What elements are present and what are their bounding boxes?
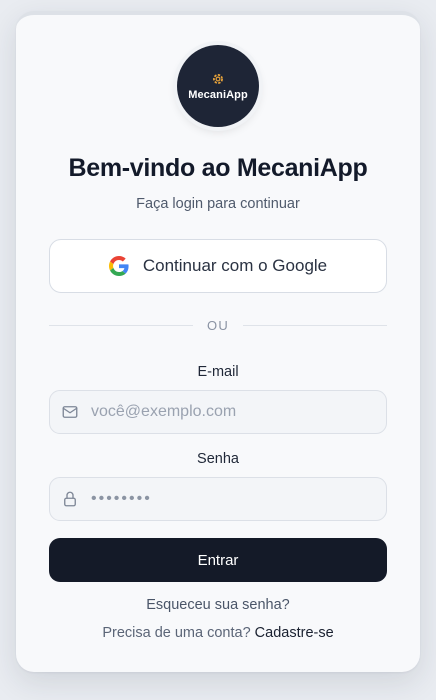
- email-field-wrapper[interactable]: [49, 390, 387, 434]
- signup-row: Precisa de uma conta? Cadastre-se: [16, 625, 420, 641]
- divider-text: OU: [207, 317, 229, 333]
- signup-prompt: Precisa de uma conta?: [102, 625, 251, 641]
- or-divider: OU: [49, 316, 387, 334]
- login-button[interactable]: Entrar: [49, 538, 387, 582]
- divider-line-left: [49, 324, 194, 326]
- gear-icon: [213, 73, 223, 84]
- google-icon: [108, 256, 129, 276]
- login-card: MecaniApp Bem-vindo ao MecaniApp Faça lo…: [16, 11, 420, 672]
- google-button-label: Continuar com o Google: [142, 256, 328, 275]
- email-field[interactable]: [91, 403, 371, 421]
- signup-link[interactable]: Cadastre-se: [255, 625, 334, 641]
- password-field-wrapper[interactable]: [49, 477, 387, 521]
- divider-line-right: [242, 324, 387, 326]
- logo-text: MecaniApp: [188, 88, 248, 101]
- google-login-button[interactable]: Continuar com o Google: [49, 239, 387, 293]
- password-label: Senha: [197, 451, 239, 467]
- forgot-password-link[interactable]: Esqueceu sua senha?: [16, 597, 420, 613]
- app-logo: MecaniApp: [177, 45, 259, 127]
- page-title: Bem-vindo ao MecaniApp: [68, 154, 368, 182]
- email-label: E-mail: [197, 364, 239, 380]
- password-field[interactable]: [91, 490, 371, 508]
- page-subtitle: Faça login para continuar: [136, 196, 300, 212]
- lock-icon: [64, 491, 76, 507]
- mail-icon: [62, 406, 78, 418]
